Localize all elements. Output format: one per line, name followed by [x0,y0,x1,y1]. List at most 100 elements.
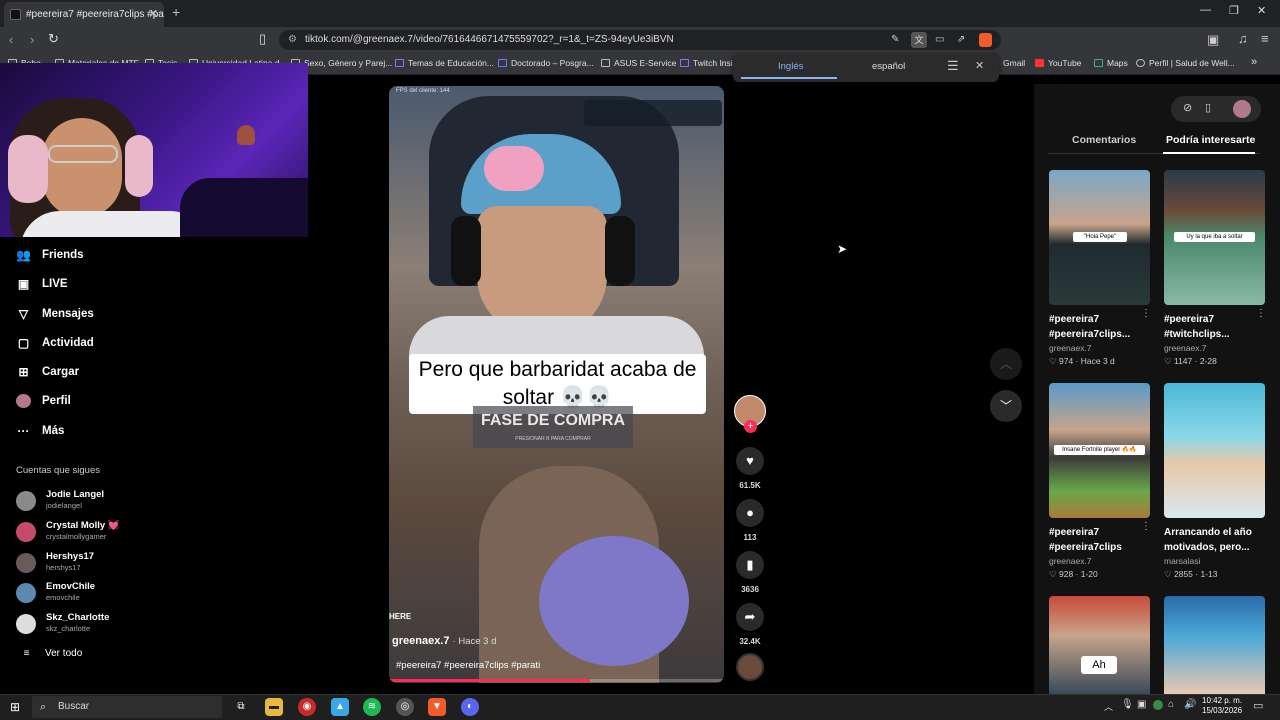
bookmark-temas[interactable]: Temas de Educación... [395,58,494,68]
video-thumbnail[interactable] [1164,383,1265,518]
sidebar-item-messages[interactable]: ▽ Mensajes [16,304,94,324]
close-window-icon[interactable]: ✕ [1257,4,1266,17]
tab-recommended[interactable]: Podría interesarte [1166,134,1255,146]
following-item[interactable]: EmovChile emovchile [16,581,216,609]
translate-target-language[interactable]: español [872,61,905,72]
file-explorer-icon[interactable]: ▬ [265,698,283,716]
bookmark-maps[interactable]: Maps [1094,58,1128,68]
bookmark-twitch[interactable]: Twitch Insi [680,58,733,68]
settings-icon[interactable]: ⊘ [1183,101,1192,114]
search-icon: ⌕ [40,701,47,713]
bookmarks-overflow-icon[interactable]: » [1251,56,1257,68]
save-action[interactable]: ▮ 3636 [736,551,764,594]
translate-options-icon[interactable]: ☰ [947,58,959,74]
new-tab-button[interactable]: + [172,4,180,20]
translate-close-icon[interactable]: ✕ [975,59,984,72]
heart-icon[interactable]: ♥ [736,447,764,475]
bookmark-gmail[interactable]: Gmail [1003,58,1025,68]
translate-source-language[interactable]: Inglés [778,61,803,72]
avatar [16,583,36,603]
back-icon[interactable]: ‹ [9,32,13,47]
video-author[interactable]: greenaex.7 [392,635,449,647]
sidebar-item-friends[interactable]: 👥 Friends [16,245,84,265]
recommended-card[interactable]: Uy la que iba a soltar #peereira7 #twitc… [1164,170,1265,367]
following-item[interactable]: Crystal Molly 💓 crystalmollygamer [16,520,216,548]
mic-icon[interactable]: 🎙 [1121,699,1134,710]
translate-icon[interactable]: 文 [911,32,927,48]
music-disc-icon[interactable] [736,653,764,681]
notifications-icon[interactable]: ▭ [1253,699,1263,712]
recommended-card[interactable]: Insane Fortnite player 🔥🔥 #peereira7 #pe… [1049,383,1150,580]
following-item[interactable]: Skz_Charlotte skz_charlotte [16,612,216,640]
sidebar-item-upload[interactable]: ⊞ Cargar [16,362,79,382]
share-arrow-icon[interactable]: ➦ [736,603,764,631]
card-more-icon[interactable]: ⋮ [1141,521,1151,532]
address-bar[interactable]: ⚙ tiktok.com/@greenaex.7/video/761644667… [279,30,1001,50]
comment-action[interactable]: ● 113 [736,499,764,542]
tray-app-icon[interactable]: ▣ [1137,699,1146,710]
task-view-icon[interactable]: ⧉ [232,698,250,716]
close-tab-icon[interactable]: ✕ [149,2,158,27]
like-action[interactable]: ♥ 61.5K [736,447,764,490]
tray-chevron-icon[interactable]: ︿ [1104,700,1113,713]
video-player[interactable]: FPS del cliente: 144 Pero que barbaridat… [389,86,724,683]
bookmark-save-icon[interactable]: ▮ [736,551,764,579]
sidebar-item-live[interactable]: ▣ LIVE [16,274,68,294]
site-info-icon[interactable]: ⚙ [288,30,297,50]
windows-start-icon[interactable]: ⊞ [10,700,20,714]
next-video-icon[interactable]: ﹀ [990,390,1022,422]
device-icon[interactable]: ▯ [1205,101,1211,114]
bookmark-asus[interactable]: ASUS E-Service [601,58,676,68]
share-action[interactable]: ➦ 32.4K [736,603,764,646]
follow-plus-icon[interactable]: + [744,420,757,433]
clock[interactable]: 10:42 p. m. 15/03/2026 [1202,696,1242,716]
app-blue-icon[interactable]: ▲ [331,698,349,716]
card-more-icon[interactable]: ⋮ [1256,308,1266,319]
recommended-card[interactable]: Arrancando el año motivados, pero... mar… [1164,383,1265,580]
video-thumbnail[interactable]: Insane Fortnite player 🔥🔥 [1049,383,1150,518]
menu-icon[interactable]: ≡ [1261,31,1269,46]
video-thumbnail[interactable]: Uy la que iba a soltar [1164,170,1265,305]
discord-icon[interactable]: ◐ [461,698,479,716]
video-thumbnail[interactable]: Ah [1049,596,1150,694]
restore-icon[interactable]: ❐ [1229,4,1239,17]
see-all-link[interactable]: ≡ Ver todo [19,644,83,664]
share-icon[interactable]: ⇗ [957,30,965,50]
card-more-icon[interactable]: ⋮ [1141,308,1151,319]
video-thumbnail[interactable] [1164,596,1265,694]
comment-icon[interactable]: ● [736,499,764,527]
obs-icon[interactable]: ◎ [396,698,414,716]
wallet-icon[interactable]: ▣ [1207,32,1219,48]
network-icon[interactable]: ⌂ [1168,699,1174,710]
sidebar-item-activity[interactable]: ▢ Actividad [16,333,94,353]
sidebar-item-profile[interactable]: Perfil [16,391,71,411]
reload-icon[interactable]: ↻ [48,31,59,47]
forward-icon[interactable]: › [30,32,34,47]
user-avatar[interactable] [1233,100,1251,118]
tray-status-icon[interactable] [1153,700,1163,710]
brave-browser-icon[interactable]: ▼ [428,698,446,716]
volume-icon[interactable]: 🔊 [1184,699,1196,710]
following-item[interactable]: Hershys17 hershys17 [16,551,216,579]
minimize-icon[interactable]: — [1200,4,1211,16]
recommended-card[interactable]: "Hola Pepe" #peereira7 #peereira7clips..… [1049,170,1150,367]
video-hashtags[interactable]: #peereira7 #peereira7clips #parati [396,660,540,671]
app-red-icon[interactable]: ◉ [298,698,316,716]
bookmark-perfil-salud[interactable]: Perfil | Salud de Well... [1136,58,1235,68]
bookmark-doctorado[interactable]: Doctorado – Posgra... [498,58,594,68]
bookmark-icon[interactable]: ▯ [259,31,266,47]
following-item[interactable]: Jodie Langel jodielangel [16,489,216,517]
previous-video-icon[interactable]: ︿ [990,348,1022,380]
cast-icon[interactable]: ▭ [935,30,944,50]
browser-tab[interactable]: #peereira7 #peereira7clips #pa ✕ [4,2,164,27]
spotify-icon[interactable]: ≋ [363,698,381,716]
bookmark-youtube[interactable]: YouTube [1035,58,1081,68]
sidebar-item-more[interactable]: ··· Más [16,421,65,441]
no-sound-icon[interactable]: ✎ [891,30,899,50]
brave-shield-icon[interactable] [979,33,992,47]
media-icon[interactable]: ♫ [1238,31,1248,46]
tab-comments[interactable]: Comentarios [1072,134,1136,146]
video-thumbnail[interactable]: "Hola Pepe" [1049,170,1150,305]
video-author-line: greenaex.7 · Hace 3 d [392,635,497,647]
taskbar-search[interactable]: ⌕ Buscar [32,696,222,718]
